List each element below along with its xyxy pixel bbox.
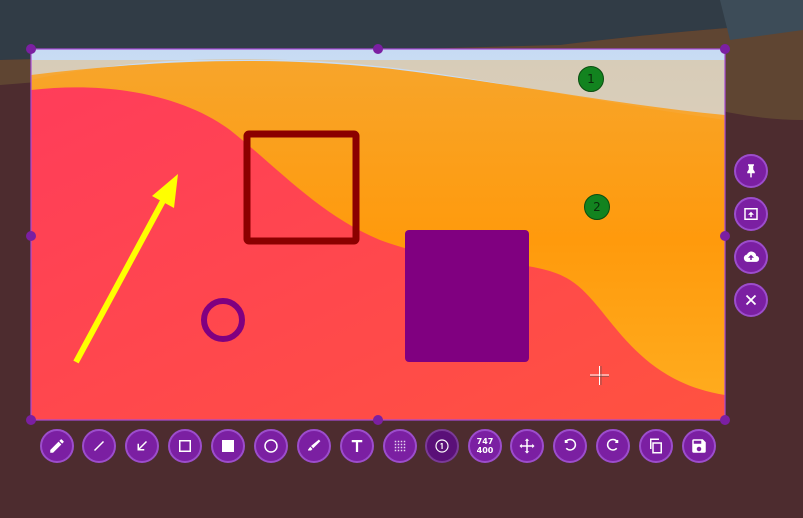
filled-rectangle-icon xyxy=(222,440,234,452)
handle-bottom-right xyxy=(720,415,730,425)
undo-icon xyxy=(564,438,577,451)
handle-bottom-left xyxy=(26,415,36,425)
handle-top xyxy=(373,44,383,54)
pin-icon xyxy=(747,164,755,178)
handle-bottom xyxy=(373,415,383,425)
handle-top-left xyxy=(26,44,36,54)
selection-width: 747 xyxy=(476,437,494,446)
arrow-icon xyxy=(137,440,148,451)
save-button[interactable] xyxy=(682,429,716,463)
open-window-button[interactable] xyxy=(734,197,768,231)
circle-tool-button[interactable] xyxy=(254,429,288,463)
arrow-tool-button[interactable] xyxy=(125,429,159,463)
screenshot-capture-overlay: 1 2 747 400 xyxy=(0,0,803,518)
step-badge-2[interactable]: 2 xyxy=(584,194,610,220)
open-window-icon xyxy=(744,208,758,220)
undo-button[interactable] xyxy=(553,429,587,463)
selection-height: 400 xyxy=(476,446,494,455)
filled-rectangle-tool-button[interactable] xyxy=(211,429,245,463)
rectangle-tool-button[interactable] xyxy=(168,429,202,463)
text-tool-button[interactable] xyxy=(340,429,374,463)
close-icon xyxy=(745,294,757,306)
text-icon xyxy=(351,440,363,452)
upload-button[interactable] xyxy=(734,240,768,274)
handle-right xyxy=(720,231,730,241)
pin-button[interactable] xyxy=(734,154,768,188)
step-badge-label: 2 xyxy=(593,200,601,214)
move-icon xyxy=(519,438,535,454)
marker-icon xyxy=(308,439,321,451)
redo-icon xyxy=(606,438,619,451)
pixelate-tool-button[interactable] xyxy=(383,429,417,463)
pencil-tool-button[interactable] xyxy=(40,429,74,463)
annotation-filled-rectangle[interactable] xyxy=(405,230,529,362)
line-tool-button[interactable] xyxy=(82,429,116,463)
step-badge-label: 1 xyxy=(587,72,595,86)
handle-top-right xyxy=(720,44,730,54)
line-icon xyxy=(93,440,105,452)
copy-button[interactable] xyxy=(639,429,673,463)
rectangle-icon xyxy=(179,440,191,452)
circle-count-icon xyxy=(435,439,449,453)
copy-icon xyxy=(650,438,662,454)
circle-count-tool-button[interactable] xyxy=(425,429,459,463)
close-button[interactable] xyxy=(734,283,768,317)
marker-tool-button[interactable] xyxy=(297,429,331,463)
circle-icon xyxy=(264,439,278,453)
pixelate-icon xyxy=(394,440,406,452)
step-badge-1[interactable]: 1 xyxy=(578,66,604,92)
size-indicator: 747 400 xyxy=(477,437,494,455)
move-tool-button[interactable] xyxy=(510,429,544,463)
pencil-icon xyxy=(50,439,64,453)
cloud-upload-icon xyxy=(743,251,760,262)
redo-button[interactable] xyxy=(596,429,630,463)
selection-size-indicator[interactable]: 747 400 xyxy=(468,429,502,463)
handle-left xyxy=(26,231,36,241)
selection-content xyxy=(31,49,725,420)
save-icon xyxy=(692,439,706,453)
